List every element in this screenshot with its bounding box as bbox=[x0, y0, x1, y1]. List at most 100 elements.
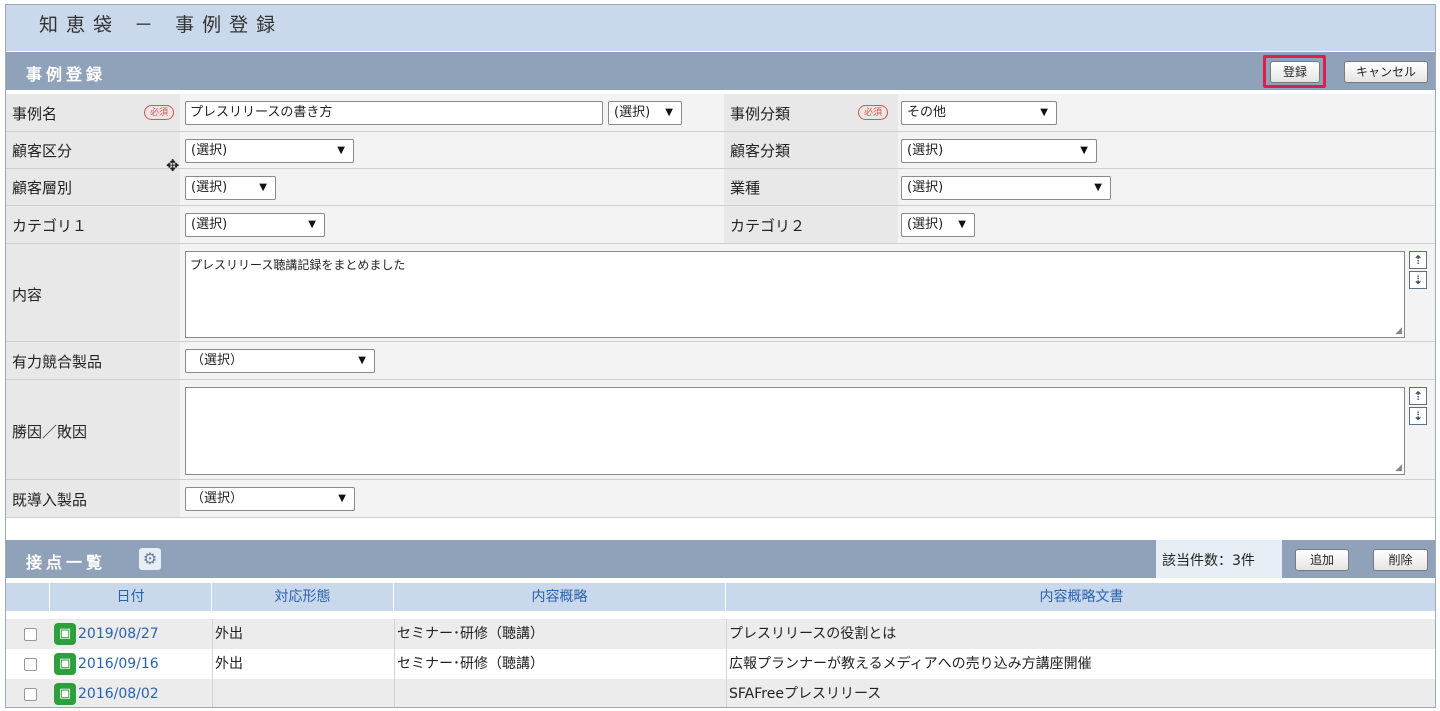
win-loss-textarea[interactable]: ◢ bbox=[185, 387, 1405, 475]
row-win-loss: 勝因／敗因 ◢ ⇡ ⇣ bbox=[6, 380, 1435, 480]
row-checkbox[interactable] bbox=[24, 658, 37, 671]
content-text: プレスリリース聴講記録をまとめました bbox=[190, 258, 406, 272]
column-summary[interactable]: 内容概略 bbox=[394, 583, 726, 611]
column-divider bbox=[394, 619, 395, 707]
arrow-down-icon[interactable]: ⇣ bbox=[1409, 271, 1427, 289]
table-row[interactable]: ▣ 2016/09/16 外出 セミナー･研修（聴講） 広報プランナーが教えるメ… bbox=[6, 649, 1435, 679]
chevron-down-icon: ▼ bbox=[1094, 182, 1102, 193]
column-date[interactable]: 日付 bbox=[50, 583, 212, 611]
chevron-down-icon: ▼ bbox=[259, 182, 267, 193]
content-textarea[interactable]: プレスリリース聴講記録をまとめました ◢ bbox=[185, 251, 1405, 338]
register-button[interactable]: 登録 bbox=[1270, 61, 1320, 83]
row-case-name: 事例名 必須 プレスリリースの書き方 (選択) ▼ 事例分類 必須 その他 ▼ bbox=[6, 94, 1435, 132]
category2-select[interactable]: (選択) ▼ bbox=[901, 213, 975, 237]
resize-grip-icon[interactable]: ◢ bbox=[1395, 463, 1402, 473]
industry-value-cell: (選択) ▼ bbox=[898, 169, 1435, 205]
contacts-section-title: 接点一覧 bbox=[26, 553, 107, 572]
arrow-down-icon[interactable]: ⇣ bbox=[1409, 407, 1427, 425]
video-camera-icon: ▣ bbox=[54, 653, 76, 675]
page-title: 知恵袋 － 事例登録 bbox=[39, 14, 284, 36]
date-link[interactable]: 2016/08/02 bbox=[78, 679, 159, 707]
customer-layer-value-cell: (選択) ▼ bbox=[180, 169, 724, 205]
doc-cell: 広報プランナーが教えるメディアへの売り込み方講座開催 bbox=[729, 656, 1092, 672]
add-button[interactable]: 追加 bbox=[1295, 549, 1349, 571]
customer-class-label-cell: 顧客分類 bbox=[724, 132, 898, 168]
chevron-down-icon: ▼ bbox=[1080, 145, 1088, 156]
competitor-select[interactable]: （選択） ▼ bbox=[185, 349, 375, 373]
doc-cell: SFAFreeプレスリリース bbox=[729, 686, 882, 702]
type-cell: 外出 bbox=[215, 626, 243, 642]
category1-label-cell: カテゴリ１ bbox=[6, 206, 180, 243]
date-link[interactable]: 2016/09/16 bbox=[78, 649, 159, 679]
title-bar: 知恵袋 － 事例登録 bbox=[6, 5, 1435, 51]
doc-cell: プレスリリースの役割とは bbox=[729, 626, 897, 642]
contacts-section-header: 接点一覧 ⚙ 該当件数：3件 追加 削除 bbox=[6, 540, 1435, 578]
category2-label-cell: カテゴリ２ bbox=[724, 206, 898, 243]
category2-select-value: (選択) bbox=[907, 217, 944, 232]
category1-select-value: (選択) bbox=[191, 217, 228, 232]
case-name-select-value: (選択) bbox=[614, 105, 651, 120]
customer-div-select[interactable]: (選択) ▼ bbox=[185, 139, 354, 163]
resize-grip-icon[interactable]: ◢ bbox=[1395, 326, 1402, 336]
customer-class-select[interactable]: (選択) ▼ bbox=[901, 139, 1097, 163]
table-row[interactable]: ▣ 2019/08/27 外出 セミナー･研修（聴講） プレスリリースの役割とは bbox=[6, 619, 1435, 649]
competitor-label-cell: 有力競合製品 bbox=[6, 342, 180, 379]
existing-select[interactable]: （選択） ▼ bbox=[185, 487, 355, 511]
case-name-select[interactable]: (選択) ▼ bbox=[608, 101, 682, 125]
customer-layer-select[interactable]: (選択) ▼ bbox=[185, 176, 276, 200]
customer-div-value-cell: (選択) ▼ bbox=[180, 132, 724, 168]
column-type[interactable]: 対応形態 bbox=[212, 583, 394, 611]
row-checkbox[interactable] bbox=[24, 628, 37, 641]
count-cell: 該当件数：3件 bbox=[1156, 540, 1282, 578]
chevron-down-icon: ▼ bbox=[1040, 107, 1048, 118]
case-class-select[interactable]: その他 ▼ bbox=[901, 101, 1057, 125]
customer-layer-label-cell: 顧客層別 bbox=[6, 169, 180, 205]
customer-class-select-value: (選択) bbox=[907, 143, 944, 158]
move-cursor-icon: ✥ bbox=[166, 156, 180, 175]
row-customer-div: 顧客区分 (選択) ▼ 顧客分類 (選択) ▼ bbox=[6, 132, 1435, 169]
content-spinner: ⇡ ⇣ bbox=[1409, 251, 1429, 293]
industry-label: 業種 bbox=[730, 179, 761, 197]
row-existing: 既導入製品 （選択） ▼ bbox=[6, 480, 1435, 518]
checkbox-column-header bbox=[6, 583, 50, 611]
customer-div-select-value: (選択) bbox=[191, 143, 228, 158]
industry-select-value: (選択) bbox=[907, 180, 944, 195]
cancel-button[interactable]: キャンセル bbox=[1344, 61, 1428, 83]
row-category: カテゴリ１ (選択) ▼ カテゴリ２ (選択) ▼ bbox=[6, 206, 1435, 244]
industry-select[interactable]: (選択) ▼ bbox=[901, 176, 1111, 200]
chevron-down-icon: ▼ bbox=[358, 355, 366, 366]
row-content: 内容 プレスリリース聴講記録をまとめました ◢ ⇡ ⇣ bbox=[6, 244, 1435, 342]
delete-button[interactable]: 削除 bbox=[1373, 549, 1428, 571]
chevron-down-icon: ▼ bbox=[665, 107, 673, 118]
arrow-up-icon[interactable]: ⇡ bbox=[1409, 387, 1427, 405]
chevron-down-icon: ▼ bbox=[337, 145, 345, 156]
summary-cell: セミナー･研修（聴講） bbox=[397, 656, 544, 672]
category2-value-cell: (選択) ▼ bbox=[898, 206, 1435, 243]
required-badge: 必須 bbox=[144, 105, 174, 120]
row-checkbox[interactable] bbox=[24, 688, 37, 701]
case-class-value-cell: その他 ▼ bbox=[898, 94, 1435, 131]
type-cell: 外出 bbox=[215, 656, 243, 672]
category2-label: カテゴリ２ bbox=[730, 217, 806, 235]
existing-label: 既導入製品 bbox=[12, 491, 88, 509]
category1-select[interactable]: (選択) ▼ bbox=[185, 213, 325, 237]
row-customer-layer: 顧客層別 (選択) ▼ 業種 (選択) ▼ bbox=[6, 169, 1435, 206]
industry-label-cell: 業種 bbox=[724, 169, 898, 205]
required-badge: 必須 bbox=[858, 105, 888, 120]
date-link[interactable]: 2019/08/27 bbox=[78, 619, 159, 649]
column-doc[interactable]: 内容概略文書 bbox=[726, 583, 1435, 611]
customer-div-label-cell: 顧客区分 bbox=[6, 132, 180, 168]
existing-value-cell: （選択） ▼ bbox=[180, 480, 1435, 517]
chevron-down-icon: ▼ bbox=[958, 219, 966, 230]
arrow-up-icon[interactable]: ⇡ bbox=[1409, 251, 1427, 269]
customer-layer-select-value: (選択) bbox=[191, 180, 228, 195]
column-divider bbox=[726, 619, 727, 707]
app-frame: 知恵袋 － 事例登録 事例登録 登録 キャンセル 事例名 必須 プレスリリースの… bbox=[5, 4, 1436, 708]
chevron-down-icon: ▼ bbox=[338, 493, 346, 504]
table-row[interactable]: ▣ 2016/08/02 SFAFreeプレスリリース bbox=[6, 679, 1435, 707]
case-name-input[interactable]: プレスリリースの書き方 bbox=[185, 101, 603, 125]
existing-select-value: （選択） bbox=[191, 491, 244, 506]
gear-icon[interactable]: ⚙ bbox=[139, 548, 161, 570]
content-value-cell: プレスリリース聴講記録をまとめました ◢ ⇡ ⇣ bbox=[180, 244, 1435, 341]
competitor-label: 有力競合製品 bbox=[12, 353, 103, 371]
